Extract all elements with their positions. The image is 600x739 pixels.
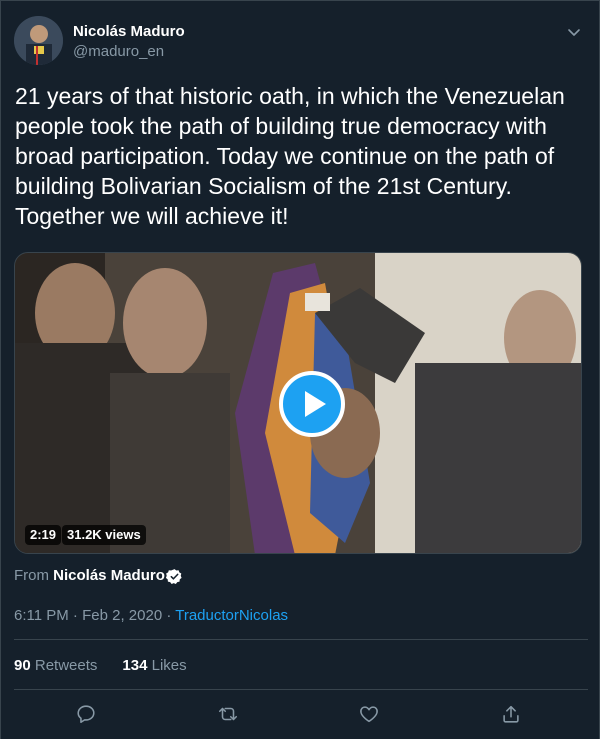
media-attribution: From Nicolás Maduro [14, 567, 165, 584]
engagement-stats: 90 Retweets 134 Likes [14, 657, 187, 674]
retweet-icon[interactable] [217, 703, 239, 725]
likes-count: 134 [122, 657, 148, 674]
video-views: 31.2K views [62, 525, 146, 545]
heart-icon[interactable] [358, 703, 380, 725]
likes-label: Likes [151, 657, 187, 674]
from-prefix: From [14, 567, 49, 584]
retweets-count: 90 [14, 657, 31, 674]
likes-stat[interactable]: 134 Likes [122, 657, 186, 674]
from-name[interactable]: Nicolás Maduro [53, 567, 165, 584]
tweet-card: Nicolás Maduro @maduro_en 21 years of th… [0, 0, 600, 739]
tweet-time[interactable]: 6:11 PM [14, 607, 69, 624]
tweet-date[interactable]: Feb 2, 2020 [82, 607, 162, 624]
verified-badge-icon [166, 569, 182, 584]
video-player[interactable]: 2:19 31.2K views [14, 252, 582, 554]
divider [14, 689, 588, 690]
avatar[interactable] [14, 16, 63, 65]
share-icon[interactable] [500, 703, 522, 725]
divider [14, 639, 588, 640]
play-icon [305, 391, 326, 417]
play-button[interactable] [279, 371, 345, 437]
reply-icon[interactable] [75, 703, 97, 725]
video-duration: 2:19 [25, 525, 62, 545]
source-app-link[interactable]: TraductorNicolas [175, 607, 288, 624]
tweet-text: 21 years of that historic oath, in which… [15, 83, 565, 229]
meta-separator: · [68, 607, 83, 624]
author-name[interactable]: Nicolás Maduro [73, 23, 185, 40]
author-handle[interactable]: @maduro_en [73, 43, 164, 60]
retweets-label: Retweets [34, 657, 98, 674]
chevron-down-icon[interactable] [567, 25, 581, 39]
retweets-stat[interactable]: 90 Retweets [14, 657, 97, 674]
tweet-meta: 6:11 PM · Feb 2, 2020 · TraductorNicolas [14, 607, 288, 624]
meta-separator: · [162, 607, 176, 624]
